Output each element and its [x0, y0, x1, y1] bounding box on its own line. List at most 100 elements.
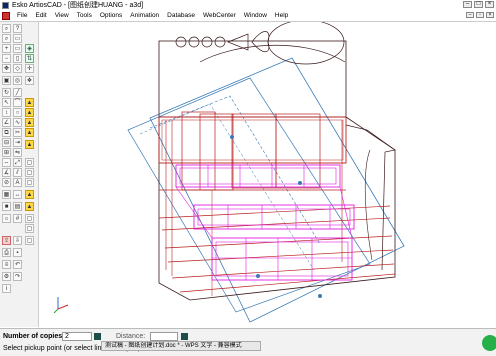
- menu-animation[interactable]: Animation: [126, 12, 163, 19]
- undo-icon[interactable]: ↶: [13, 260, 22, 269]
- fit-view-icon[interactable]: ▣: [2, 76, 11, 85]
- menu-options[interactable]: Options: [96, 12, 126, 19]
- close-button[interactable]: ×: [485, 1, 494, 8]
- copy-icon[interactable]: ⧉: [2, 128, 11, 137]
- light-icon[interactable]: ☼: [2, 214, 11, 223]
- help-icon[interactable]: ?: [13, 24, 22, 33]
- box-right-icon[interactable]: ▢: [25, 214, 34, 223]
- wireframe-icon[interactable]: ▦: [2, 190, 11, 199]
- save-icon[interactable]: ▪: [13, 248, 22, 257]
- distance-apply-button[interactable]: [181, 333, 188, 340]
- view-top-icon[interactable]: ▭: [13, 44, 22, 53]
- minimize-button[interactable]: –: [463, 1, 472, 8]
- zoom-icon[interactable]: ⌕: [2, 24, 11, 33]
- doc-restore-button[interactable]: ▫: [476, 12, 484, 18]
- solid-yellow-4-icon[interactable]: ▲: [25, 128, 34, 137]
- doc-minimize-button[interactable]: –: [466, 12, 474, 18]
- magenta-connector-1: [175, 186, 213, 239]
- zoom-window-icon[interactable]: ⌕: [2, 34, 11, 43]
- arc-icon[interactable]: ⌒: [13, 98, 22, 107]
- menu-view[interactable]: View: [51, 12, 73, 19]
- move-icon[interactable]: ↕: [2, 108, 11, 117]
- menu-edit[interactable]: Edit: [31, 12, 50, 19]
- ornament-circle-3: [201, 36, 213, 48]
- orbit-icon[interactable]: ◎: [13, 76, 22, 85]
- 3d-canvas[interactable]: [39, 22, 496, 327]
- line-icon[interactable]: ╱: [13, 88, 22, 97]
- box-left-icon[interactable]: ▢: [25, 178, 34, 187]
- redo-icon[interactable]: ↷: [13, 272, 22, 281]
- view-front-icon[interactable]: ▭: [13, 34, 22, 43]
- solid-yellow-7-icon[interactable]: ▲: [25, 202, 34, 211]
- group-icon[interactable]: ⊞: [2, 148, 11, 157]
- maximize-button[interactable]: □: [474, 1, 483, 8]
- print-icon[interactable]: ⎙: [2, 248, 11, 257]
- solid-yellow-3-icon[interactable]: ▲: [25, 118, 34, 127]
- zoom-out-icon[interactable]: −: [2, 54, 11, 63]
- solid-yellow-2-icon[interactable]: ▲: [25, 108, 34, 117]
- measure-icon[interactable]: ⇔: [2, 158, 11, 167]
- side-wing-curve: [364, 149, 373, 261]
- menu-webcenter[interactable]: WebCenter: [199, 12, 240, 19]
- copies-icon[interactable]: ❖: [25, 76, 34, 85]
- info-icon[interactable]: i: [2, 284, 11, 293]
- header-curve: [199, 44, 346, 63]
- box-front-icon[interactable]: ▢: [25, 158, 34, 167]
- box-bottom-icon[interactable]: ▢: [25, 236, 34, 245]
- snap-icon[interactable]: ✛: [25, 64, 34, 73]
- add-board-icon[interactable]: ◈: [25, 44, 34, 53]
- align-icon[interactable]: ⊟: [2, 138, 11, 147]
- solid-yellow-5-icon[interactable]: ▲: [25, 140, 34, 149]
- dimension-icon[interactable]: ↔: [13, 190, 22, 199]
- export-icon[interactable]: ⇪: [2, 236, 11, 245]
- view-side-icon[interactable]: ▯: [13, 54, 22, 63]
- properties-icon[interactable]: ⚙: [2, 272, 11, 281]
- extend-icon[interactable]: ⇥: [13, 138, 22, 147]
- fold-icon[interactable]: ∠: [2, 118, 11, 127]
- ornament-circle-2: [188, 36, 200, 48]
- zoom-in-icon[interactable]: +: [2, 44, 11, 53]
- section-icon[interactable]: ⊘: [2, 178, 11, 187]
- curve-icon[interactable]: ∿: [13, 118, 22, 127]
- window-controls: – □ ×: [463, 1, 494, 8]
- copies-apply-button[interactable]: [94, 333, 101, 340]
- flip-icon[interactable]: ⇅: [25, 54, 34, 63]
- green-status-icon[interactable]: [482, 335, 496, 351]
- angle-icon[interactable]: ∡: [2, 168, 11, 177]
- menu-window[interactable]: Window: [240, 12, 271, 19]
- shaded-icon[interactable]: ■: [2, 202, 11, 211]
- red-compartment-1: [181, 111, 216, 191]
- grid-icon[interactable]: #: [13, 214, 22, 223]
- doc-close-button[interactable]: ×: [486, 12, 494, 18]
- hatch-icon[interactable]: ▤: [13, 202, 22, 211]
- menu-tools[interactable]: Tools: [73, 12, 96, 19]
- rotate-icon[interactable]: ↻: [2, 88, 11, 97]
- pan-icon[interactable]: ✥: [2, 64, 11, 73]
- red-compartment-2: [199, 113, 234, 191]
- menu-help[interactable]: Help: [271, 12, 292, 19]
- select-icon[interactable]: ↖: [2, 98, 11, 107]
- layers-icon[interactable]: ≡: [2, 260, 11, 269]
- import-icon[interactable]: ⇩: [13, 236, 22, 245]
- solid-yellow-6-icon[interactable]: ▲: [25, 190, 34, 199]
- box-back-icon[interactable]: ▢: [25, 168, 34, 177]
- menu-database[interactable]: Database: [163, 12, 199, 19]
- view-iso-icon[interactable]: ◇: [13, 64, 22, 73]
- pickup-point: [230, 135, 234, 139]
- pickup-point: [298, 181, 302, 185]
- text-icon[interactable]: A: [13, 178, 22, 187]
- circle-icon[interactable]: ○: [13, 108, 22, 117]
- taskbar-popup[interactable]: 测试稿 - 图纸创建计划.doc * - WPS 文字 - 兼容模式: [101, 341, 261, 351]
- copies-field[interactable]: 2: [62, 332, 92, 341]
- copies-label: Number of copies:: [3, 333, 65, 340]
- offset-icon[interactable]: ⫽: [13, 168, 22, 177]
- trim-icon[interactable]: ✂: [13, 128, 22, 137]
- menu-file[interactable]: File: [13, 12, 31, 19]
- scale-icon[interactable]: ⤢: [13, 158, 22, 167]
- mirror-icon[interactable]: ⇋: [13, 148, 22, 157]
- box-top-icon[interactable]: ▢: [25, 224, 34, 233]
- document-icon[interactable]: [2, 11, 10, 20]
- distance-field[interactable]: [150, 332, 178, 341]
- solid-yellow-1-icon[interactable]: ▲: [25, 98, 34, 107]
- title-bar: Esko ArtiosCAD - [图纸创建HUANG - a3d] – □ ×: [0, 0, 496, 10]
